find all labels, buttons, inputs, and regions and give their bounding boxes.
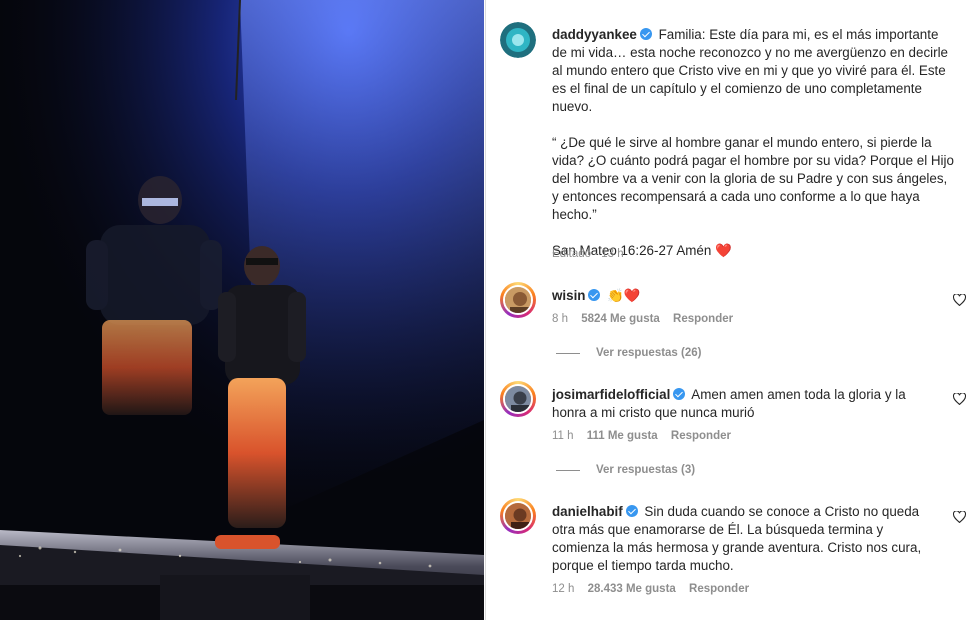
comment-danielhabif: danielhabif Sin duda cuando se conoce a … [552,503,937,575]
divider-line [556,352,580,354]
view-replies-button[interactable]: Ver respuestas (3) [556,464,695,476]
post-details-panel: daddyyankee Familia: Este día para mi, e… [485,0,976,620]
comment-likes[interactable]: 5824 Me gusta [581,313,660,325]
red-heart-emoji: ❤️ [715,243,732,258]
author-avatar[interactable] [500,22,536,58]
heart-outline-icon[interactable] [953,511,966,523]
comment-wisin: wisin 👏❤️ [552,287,937,305]
comment-meta: 8 h 5824 Me gusta Responder [552,313,743,325]
heart-outline-icon[interactable] [953,393,966,405]
comment-username[interactable]: wisin [552,288,585,303]
verified-badge-icon [673,388,686,400]
comment-likes[interactable]: 28.433 Me gusta [588,583,676,595]
verified-badge-icon [588,289,601,301]
view-replies-label: Ver respuestas (26) [596,347,702,359]
heart-outline-icon[interactable] [953,294,966,306]
comment-avatar-wisin[interactable] [500,282,536,318]
comment-meta: 12 h 28.433 Me gusta Responder [552,583,759,595]
reply-button[interactable]: Responder [671,430,731,442]
caption-paragraph-2: “ ¿De qué le sirve al hombre ganar el mu… [552,135,954,222]
caption-edited-time: Editado · 13 h [552,248,624,260]
view-replies-button[interactable]: Ver respuestas (26) [556,347,701,359]
comment-meta: 11 h 111 Me gusta Responder [552,430,741,442]
avatar-image [505,287,531,313]
post-photo[interactable] [0,0,484,620]
comment-avatar-danielhabif[interactable] [500,498,536,534]
divider-line [556,469,580,471]
author-avatar-image [500,22,536,58]
comment-time: 12 h [552,583,575,595]
verified-badge-icon [639,28,652,40]
comment-avatar-josimarfidelofficial[interactable] [500,381,536,417]
concert-stage-image [0,0,484,620]
verified-badge-icon [625,505,638,517]
comment-time: 11 h [552,430,574,442]
avatar-image [505,503,531,529]
comment-username[interactable]: danielhabif [552,504,623,519]
comment-username[interactable]: josimarfidelofficial [552,387,670,402]
avatar-image [505,386,531,412]
author-username[interactable]: daddyyankee [552,27,637,42]
post-caption: daddyyankee Familia: Este día para mi, e… [552,26,957,260]
comment-time: 8 h [552,313,568,325]
comment-text: 👏❤️ [607,288,641,303]
comment-likes[interactable]: 111 Me gusta [587,430,658,442]
comment-josimarfidelofficial: josimarfidelofficial Amen amen amen toda… [552,386,937,422]
reply-button[interactable]: Responder [689,583,749,595]
reply-button[interactable]: Responder [673,313,733,325]
view-replies-label: Ver respuestas (3) [596,464,696,476]
